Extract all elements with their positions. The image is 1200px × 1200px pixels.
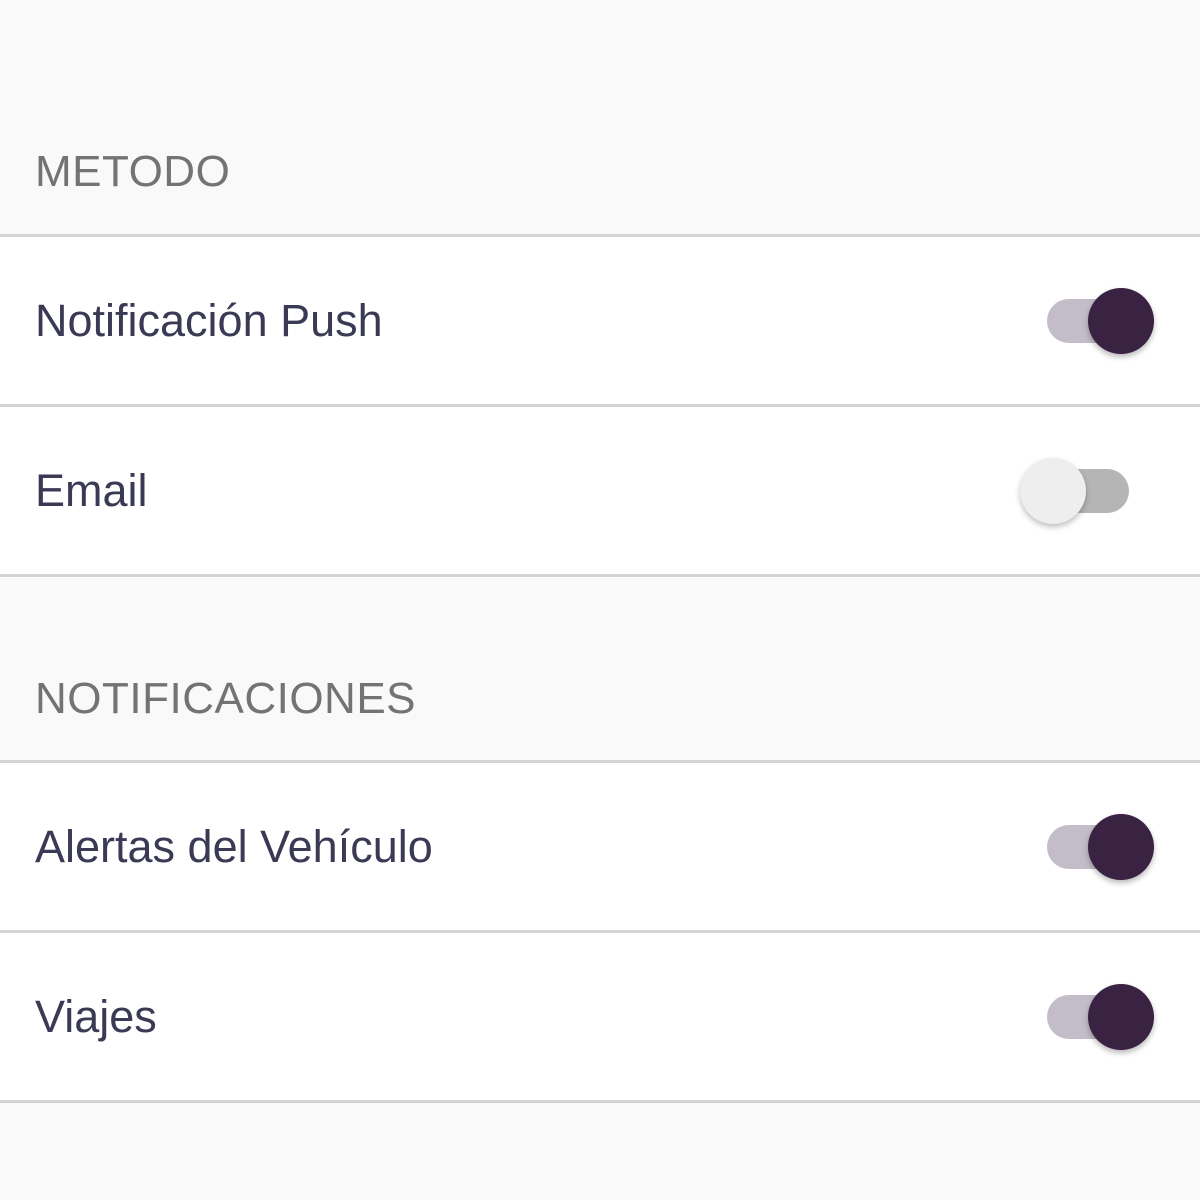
metodo-settings-group: Notificación Push Email <box>0 234 1200 577</box>
notification-settings-screen: METODO Notificación Push Email NOTIFICAC… <box>0 0 1200 1200</box>
vehicle-alerts-toggle[interactable] <box>1036 811 1156 883</box>
toggle-thumb <box>1088 813 1154 880</box>
email-toggle[interactable] <box>1020 455 1156 527</box>
setting-row-trips[interactable]: Viajes <box>0 933 1200 1103</box>
trips-toggle[interactable] <box>1036 981 1156 1053</box>
setting-label-trips: Viajes <box>35 990 157 1042</box>
setting-row-email[interactable]: Email <box>0 407 1200 577</box>
setting-label-vehicle-alerts: Alertas del Vehículo <box>35 820 433 872</box>
section-header-notificaciones: NOTIFICACIONES <box>35 674 417 723</box>
setting-label-push-notification: Notificación Push <box>35 294 383 346</box>
toggle-thumb <box>1020 457 1086 524</box>
notificaciones-settings-group: Alertas del Vehículo Viajes <box>0 760 1200 1103</box>
push-notification-toggle[interactable] <box>1036 285 1156 357</box>
setting-label-email: Email <box>35 464 148 516</box>
section-header-metodo: METODO <box>35 147 231 196</box>
setting-row-push-notification[interactable]: Notificación Push <box>0 237 1200 407</box>
toggle-thumb <box>1088 287 1154 354</box>
setting-row-vehicle-alerts[interactable]: Alertas del Vehículo <box>0 763 1200 933</box>
toggle-thumb <box>1088 983 1154 1050</box>
